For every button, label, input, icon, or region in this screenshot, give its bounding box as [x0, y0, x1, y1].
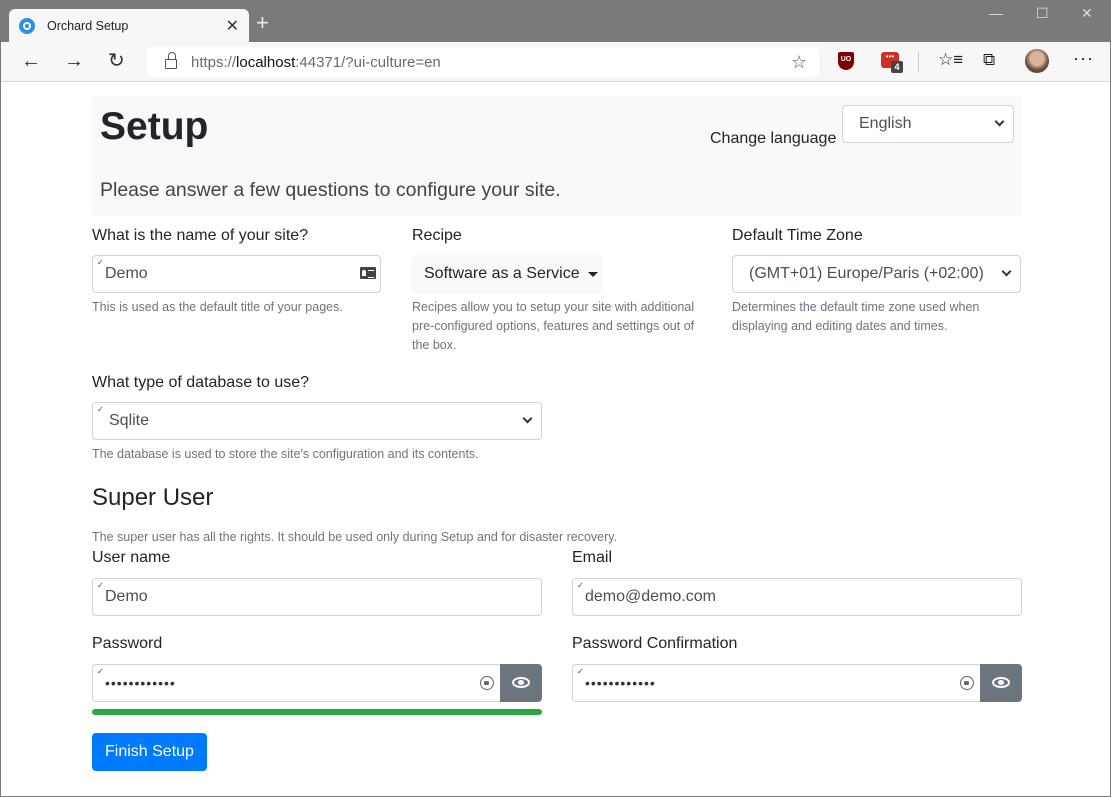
password-confirm-value: ••••••••••••: [585, 675, 656, 691]
password-manager-key-icon[interactable]: [960, 676, 974, 690]
password-confirm-label: Password Confirmation: [572, 635, 738, 652]
database-help: The database is used to store the site's…: [92, 447, 479, 461]
timezone-select[interactable]: (GMT+01) Europe/Paris (+02:00): [732, 255, 1021, 293]
lastpass-extension-icon[interactable]: ••• 4: [881, 52, 903, 73]
extension-badge: 4: [891, 61, 903, 73]
address-bar[interactable]: https://localhost:44371/?ui-culture=en ☆: [147, 47, 819, 77]
eye-icon: [992, 677, 1010, 688]
email-value: demo@demo.com: [585, 588, 716, 605]
page-content: Setup Please answer a few questions to c…: [1, 82, 1110, 796]
caret-down-icon: [587, 271, 598, 277]
database-label: What type of database to use?: [92, 374, 310, 391]
recipe-help: Recipes allow you to setup your site wit…: [412, 300, 695, 352]
recipe-label: Recipe: [412, 227, 462, 244]
url-rest: :44371/?ui-culture=en: [295, 53, 441, 71]
minimize-icon[interactable]: —: [989, 5, 1003, 21]
site-name-help: This is used as the default title of you…: [92, 300, 343, 314]
browser-toolbar: ← → ↻ https://localhost:44371/?ui-cultur…: [1, 42, 1110, 82]
page-title: Setup: [100, 105, 209, 148]
back-icon[interactable]: ←: [21, 50, 41, 72]
more-options-icon[interactable]: ···: [1073, 48, 1094, 69]
timezone-value: (GMT+01) Europe/Paris (+02:00): [749, 265, 984, 282]
password-input[interactable]: ✓ ••••••••••••: [92, 664, 501, 702]
ublock-extension-icon[interactable]: UO: [838, 52, 854, 70]
password-value: ••••••••••••: [105, 675, 176, 691]
window-close-icon[interactable]: ✕: [1081, 5, 1093, 22]
password-confirm-input[interactable]: ✓ ••••••••••••: [572, 664, 981, 702]
autofill-check-icon: ✓: [97, 405, 104, 414]
chevron-down-icon: [994, 116, 1005, 127]
autofill-check-icon: ✓: [97, 581, 104, 590]
password-strength-fill: [92, 709, 542, 715]
orchard-favicon-icon: [19, 17, 35, 34]
forward-icon[interactable]: →: [64, 50, 84, 72]
tab-bar: Orchard Setup ✕ + — ☐ ✕: [1, 1, 1110, 42]
finish-setup-button[interactable]: Finish Setup: [92, 733, 207, 771]
show-password-button[interactable]: [500, 664, 542, 702]
database-value: Sqlite: [109, 412, 150, 429]
chevron-down-icon: [522, 413, 533, 424]
page-lead: Please answer a few questions to configu…: [100, 179, 561, 201]
email-input[interactable]: ✓ demo@demo.com: [572, 578, 1022, 616]
site-name-value: Demo: [105, 265, 148, 282]
autofill-check-icon: ✓: [97, 667, 104, 676]
tab-title: Orchard Setup: [47, 18, 129, 33]
contact-card-icon[interactable]: [360, 267, 376, 279]
autofill-check-icon: ✓: [97, 258, 104, 267]
password-label: Password: [92, 635, 163, 652]
profile-avatar[interactable]: [1025, 49, 1049, 73]
url-host: localhost: [236, 53, 296, 71]
username-value: Demo: [105, 588, 148, 605]
super-user-help: The super user has all the rights. It sh…: [92, 530, 618, 544]
eye-icon: [512, 677, 530, 688]
favorite-star-icon[interactable]: ☆: [791, 52, 807, 73]
lock-icon: [165, 52, 177, 69]
autofill-check-icon: ✓: [577, 581, 584, 590]
username-input[interactable]: ✓ Demo: [92, 578, 542, 616]
refresh-icon[interactable]: ↻: [108, 50, 125, 72]
language-label: Change language: [710, 130, 837, 147]
language-select[interactable]: English: [842, 105, 1014, 143]
username-label: User name: [92, 549, 171, 566]
email-label: Email: [572, 549, 613, 566]
toolbar-divider: [918, 52, 919, 72]
database-select[interactable]: ✓ Sqlite: [92, 402, 542, 440]
timezone-help: Determines the default time zone used wh…: [732, 300, 980, 333]
show-password-confirm-button[interactable]: [980, 664, 1022, 702]
password-strength-bar: [92, 709, 542, 715]
favorites-list-icon[interactable]: ☆≡: [938, 50, 963, 70]
collections-icon[interactable]: ⧉: [983, 50, 995, 70]
recipe-dropdown-button[interactable]: Software as a Service: [411, 255, 603, 293]
setup-header: Setup Please answer a few questions to c…: [92, 97, 1022, 215]
browser-tab[interactable]: Orchard Setup ✕: [9, 9, 249, 42]
site-name-input[interactable]: ✓ Demo: [92, 255, 381, 293]
url-scheme: https://: [191, 53, 237, 71]
site-name-label: What is the name of your site?: [92, 227, 309, 244]
language-value: English: [859, 115, 912, 132]
new-tab-icon[interactable]: +: [256, 12, 269, 34]
timezone-label: Default Time Zone: [732, 227, 863, 244]
autofill-check-icon: ✓: [577, 667, 584, 676]
super-user-heading: Super User: [92, 484, 214, 511]
password-manager-key-icon[interactable]: [480, 676, 494, 690]
maximize-icon[interactable]: ☐: [1036, 5, 1049, 22]
recipe-value: Software as a Service: [424, 265, 580, 282]
chevron-down-icon: [1001, 266, 1012, 277]
browser-window: Orchard Setup ✕ + — ☐ ✕ ← → ↻ https://lo…: [0, 0, 1111, 797]
close-tab-icon[interactable]: ✕: [226, 16, 239, 36]
